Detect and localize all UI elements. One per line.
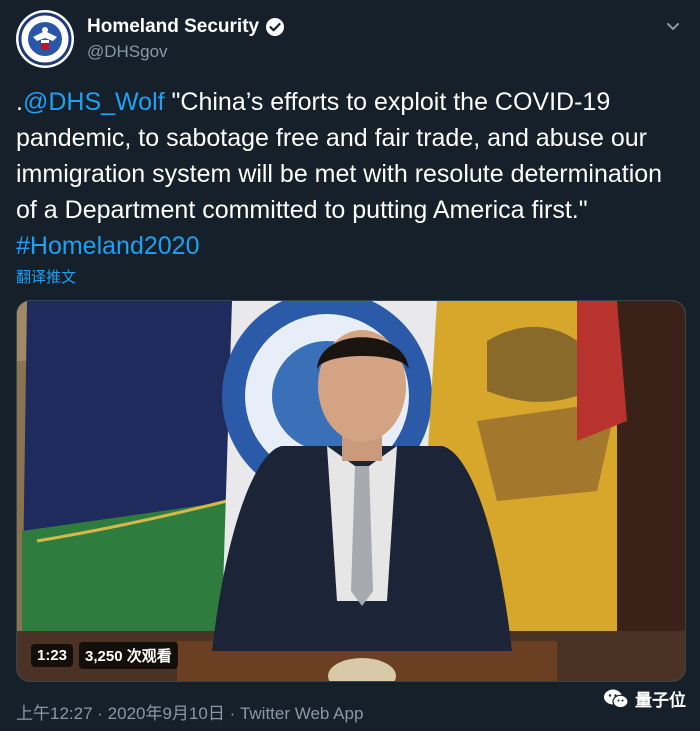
wechat-icon [603, 688, 629, 710]
video-duration: 1:23 [31, 644, 74, 667]
watermark-label: 量子位 [635, 691, 686, 710]
video-meta: 1:23 3,250 次观看 [31, 642, 178, 669]
translate-tweet-link[interactable]: 翻译推文 [16, 266, 76, 287]
author-handle[interactable]: @DHSgov [87, 42, 285, 62]
author-display-name[interactable]: Homeland Security [87, 16, 259, 38]
tweet-text-prefix: . [16, 88, 23, 116]
tweet-text: .@DHS_Wolf "China’s efforts to exploit t… [16, 84, 684, 264]
tweet-date[interactable]: 2020年9月10日 [108, 704, 225, 723]
mention-link[interactable]: @DHS_Wolf [23, 88, 165, 116]
dhs-seal-icon[interactable] [16, 10, 74, 68]
tweet-time[interactable]: 上午12:27 [16, 704, 93, 723]
video-player[interactable]: 1:23 3,250 次观看 [16, 300, 686, 682]
chevron-down-icon[interactable] [662, 16, 684, 38]
tweet-meta: 上午12:27 · 2020年9月10日 · Twitter Web App [16, 699, 363, 724]
hashtag-link[interactable]: #Homeland2020 [16, 232, 199, 260]
watermark: 量子位 [603, 686, 686, 711]
tweet-header: Homeland Security @DHSgov [16, 10, 684, 68]
meta-separator: · [92, 704, 108, 723]
verified-badge-icon [265, 17, 285, 37]
tweet-source[interactable]: Twitter Web App [240, 704, 363, 723]
video-frame-image [17, 301, 685, 681]
meta-separator: · [224, 704, 240, 723]
view-count: 3,250 次观看 [79, 642, 178, 669]
author-name-row[interactable]: Homeland Security [87, 16, 285, 38]
